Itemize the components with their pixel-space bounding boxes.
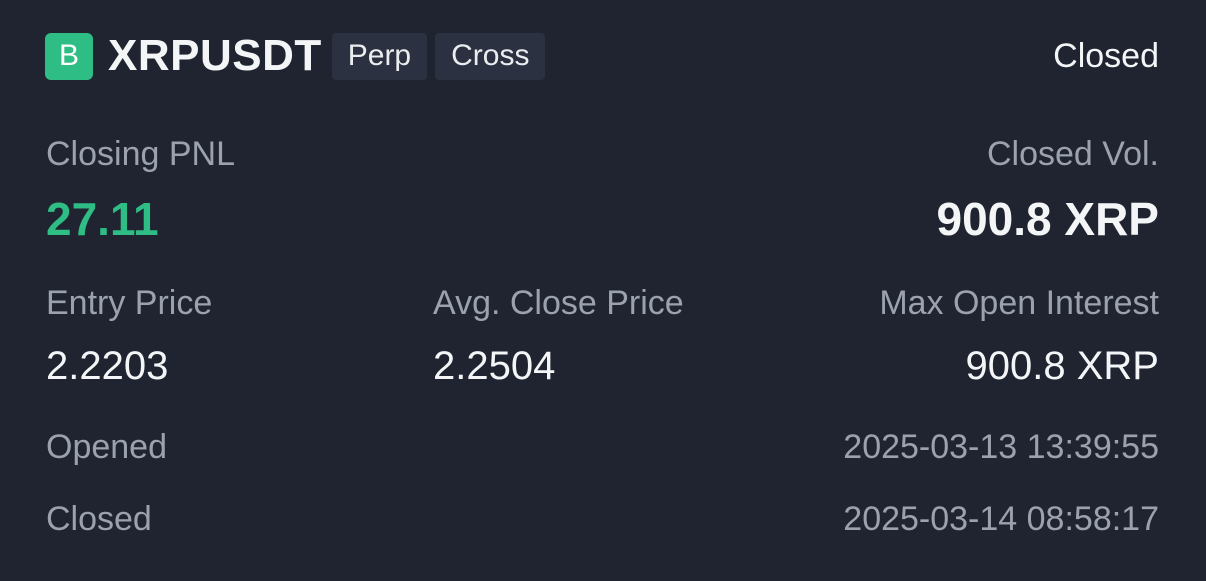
opened-label: Opened	[46, 428, 167, 466]
entry-price-label: Entry Price	[46, 284, 213, 322]
opened-time-value: 2025-03-13 13:39:55	[843, 428, 1159, 466]
closed-label: Closed	[46, 500, 152, 538]
max-open-interest-label: Max Open Interest	[879, 284, 1159, 322]
margin-mode-tag: Cross	[435, 32, 546, 80]
closing-pnl-value: 27.11	[46, 193, 159, 245]
closed-vol-value: 900.8 XRP	[936, 193, 1159, 245]
contract-type-tag: Perp	[331, 32, 428, 80]
closed-time-value: 2025-03-14 08:58:17	[843, 500, 1159, 538]
closing-pnl-label: Closing PNL	[46, 135, 235, 173]
buy-side-badge: B	[45, 32, 93, 80]
position-history-card: B XRPUSDT Perp Cross Closed Closing PNL …	[0, 0, 1206, 581]
position-header: B XRPUSDT Perp Cross Closed	[45, 31, 1159, 80]
entry-price-value: 2.2203	[46, 344, 169, 388]
symbol-title: XRPUSDT	[108, 31, 322, 80]
avg-close-price-label: Avg. Close Price	[433, 284, 684, 322]
position-status: Closed	[1053, 36, 1159, 75]
max-open-interest-value: 900.8 XRP	[965, 344, 1159, 388]
avg-close-price-value: 2.2504	[433, 344, 556, 388]
closed-vol-label: Closed Vol.	[987, 135, 1159, 173]
